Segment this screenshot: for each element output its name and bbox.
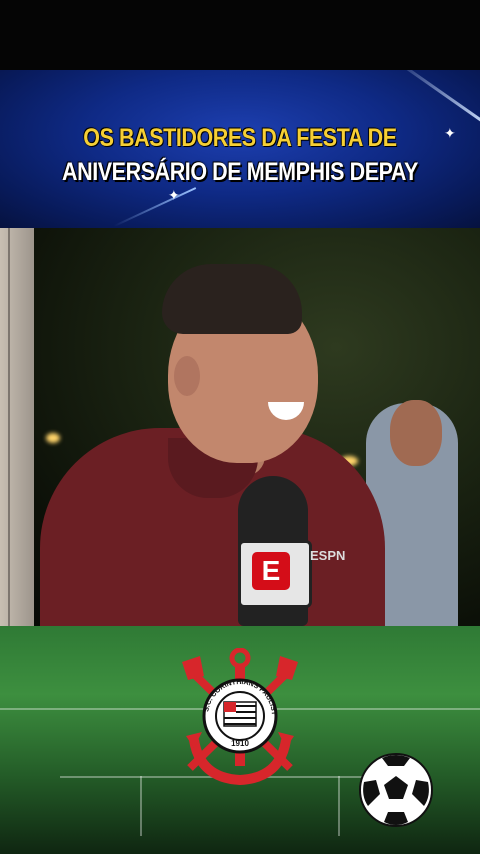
video-frame[interactable]: E ESPN (0, 228, 480, 626)
interviewee-hair (162, 264, 302, 334)
shirt-brand-logo: ESPN (310, 548, 346, 563)
top-black-bar (0, 0, 480, 70)
stone-pillar (0, 228, 34, 626)
headline-line-1: OS BASTIDORES DA FESTA DE (83, 124, 397, 152)
headline-line-2: ANIVERSÁRIO DE MEMPHIS DEPAY (62, 158, 418, 186)
corinthians-crest-icon: S.C. CORINTHIANS PAULISTA 1910 (180, 648, 298, 786)
soccer-ball-icon (359, 753, 433, 827)
light-streak (113, 187, 197, 227)
interviewee-ear (174, 356, 200, 396)
espn-mic-logo: E (252, 552, 290, 590)
background-person-head (390, 400, 442, 466)
sparkle-icon: ✦ (168, 188, 180, 204)
field-line (140, 776, 142, 836)
garden-light (46, 433, 60, 443)
field-line (338, 776, 340, 836)
crest-year: 1910 (231, 739, 249, 748)
light-streak (389, 70, 480, 128)
